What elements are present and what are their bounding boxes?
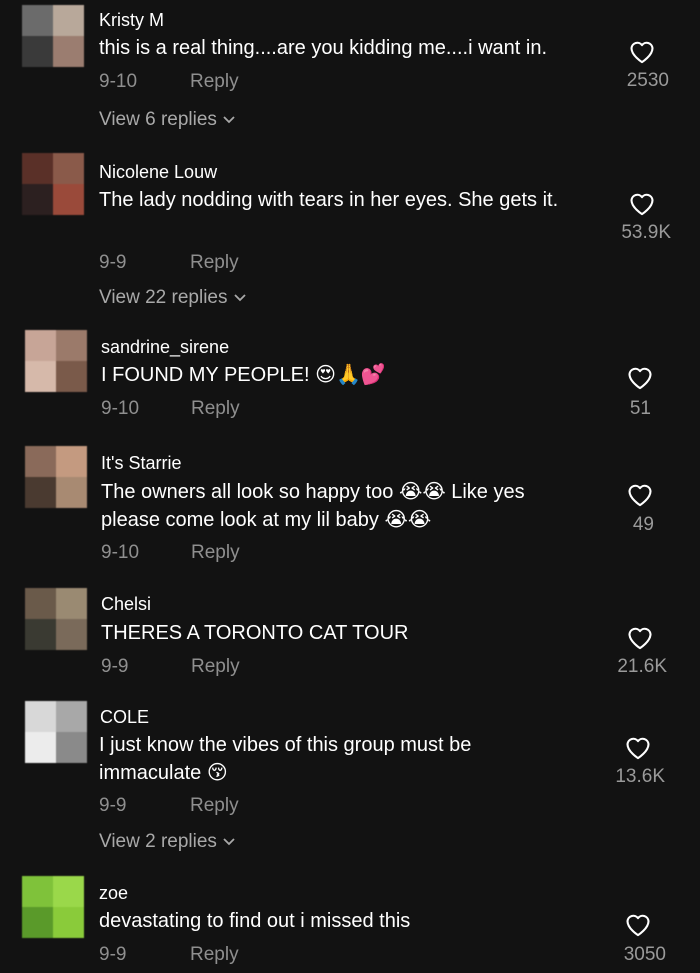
avatar-pixel xyxy=(56,330,87,361)
avatar-pixel xyxy=(56,477,87,508)
chevron-down-icon xyxy=(223,830,235,852)
view-replies-label: View 22 replies xyxy=(99,287,228,308)
avatar[interactable] xyxy=(25,588,87,650)
reply-button[interactable]: Reply xyxy=(191,398,240,420)
avatar-pixel xyxy=(53,36,84,67)
avatar-pixel xyxy=(53,153,84,184)
like-count: 51 xyxy=(629,398,651,419)
comment-date: 9-10 xyxy=(99,71,138,92)
avatar[interactable] xyxy=(25,701,87,763)
avatar[interactable] xyxy=(25,330,87,392)
avatar-pixel xyxy=(56,588,87,619)
avatar-pixel xyxy=(22,153,53,184)
avatar-pixel xyxy=(53,907,84,938)
avatar-pixel xyxy=(22,5,53,36)
avatar[interactable] xyxy=(22,5,84,67)
avatar-pixel xyxy=(25,701,56,732)
comment-text: I just know the vibes of this group must… xyxy=(99,734,472,784)
chevron-down-icon xyxy=(223,108,235,130)
avatar-pixel xyxy=(25,732,56,763)
avatar-pixel xyxy=(22,36,53,67)
heart-icon[interactable] xyxy=(624,734,652,760)
comment-text: THERES A TORONTO CAT TOUR xyxy=(101,622,409,644)
heart-icon[interactable] xyxy=(626,624,654,650)
view-replies-button[interactable]: View 22 replies xyxy=(99,286,246,309)
avatar-pixel xyxy=(56,701,87,732)
username[interactable]: Kristy M xyxy=(99,10,164,31)
avatar-pixel xyxy=(22,876,53,907)
username[interactable]: zoe xyxy=(99,883,128,904)
heart-icon[interactable] xyxy=(628,38,656,64)
avatar-pixel xyxy=(25,361,56,392)
view-replies-label: View 6 replies xyxy=(99,109,217,130)
reply-button[interactable]: Reply xyxy=(190,795,239,817)
chevron-down-icon xyxy=(233,286,246,308)
heart-icon[interactable] xyxy=(626,364,654,390)
avatar-pixel xyxy=(25,588,56,619)
comment-date: 9-10 xyxy=(101,398,140,419)
heart-icon[interactable] xyxy=(628,190,656,216)
comment-date: 9-9 xyxy=(101,656,129,677)
reply-button[interactable]: Reply xyxy=(190,252,239,274)
reply-button[interactable]: Reply xyxy=(191,656,240,678)
avatar-pixel xyxy=(25,330,56,361)
reply-button[interactable]: Reply xyxy=(190,944,239,966)
avatar-pixel xyxy=(22,184,53,215)
comment-text: this is a real thing....are you kidding … xyxy=(99,37,547,59)
username[interactable]: It's Starrie xyxy=(101,453,181,474)
comment-text: devastating to find out i missed this xyxy=(99,910,411,932)
avatar-pixel xyxy=(25,619,56,650)
like-count: 53.9K xyxy=(621,222,671,243)
avatar[interactable] xyxy=(25,446,87,508)
comment-date: 9-9 xyxy=(99,795,127,816)
comment-text: The owners all look so happy too 😭😭 Like… xyxy=(101,481,525,531)
like-count: 13.6K xyxy=(615,766,665,787)
comment-date: 9-9 xyxy=(99,944,127,965)
view-replies-button[interactable]: View 2 replies xyxy=(99,830,235,853)
comment-text: I FOUND MY PEOPLE! 😍🙏💕 xyxy=(101,364,386,386)
like-count: 21.6K xyxy=(617,656,667,677)
username[interactable]: COLE xyxy=(100,707,149,728)
comment-date: 9-9 xyxy=(99,252,127,273)
reply-button[interactable]: Reply xyxy=(191,542,240,564)
avatar-pixel xyxy=(25,446,56,477)
heart-icon[interactable] xyxy=(624,911,652,937)
avatar-pixel xyxy=(56,361,87,392)
avatar-pixel xyxy=(56,446,87,477)
view-replies-button[interactable]: View 6 replies xyxy=(99,108,235,131)
comment-date: 9-10 xyxy=(101,542,140,563)
username[interactable]: Nicolene Louw xyxy=(99,162,217,183)
username[interactable]: Chelsi xyxy=(101,594,151,615)
view-replies-label: View 2 replies xyxy=(99,831,217,852)
avatar-pixel xyxy=(53,5,84,36)
avatar-pixel xyxy=(56,619,87,650)
avatar[interactable] xyxy=(22,153,84,215)
avatar-pixel xyxy=(56,732,87,763)
avatar-pixel xyxy=(53,876,84,907)
username[interactable]: sandrine_sirene xyxy=(101,337,229,358)
like-count: 49 xyxy=(632,514,654,535)
avatar-pixel xyxy=(53,184,84,215)
avatar[interactable] xyxy=(22,876,84,938)
avatar-pixel xyxy=(22,907,53,938)
heart-icon[interactable] xyxy=(626,481,654,507)
avatar-pixel xyxy=(25,477,56,508)
reply-button[interactable]: Reply xyxy=(190,71,239,93)
like-count: 3050 xyxy=(623,944,666,965)
comment-text: The lady nodding with tears in her eyes.… xyxy=(99,189,559,211)
like-count: 2530 xyxy=(626,70,669,91)
